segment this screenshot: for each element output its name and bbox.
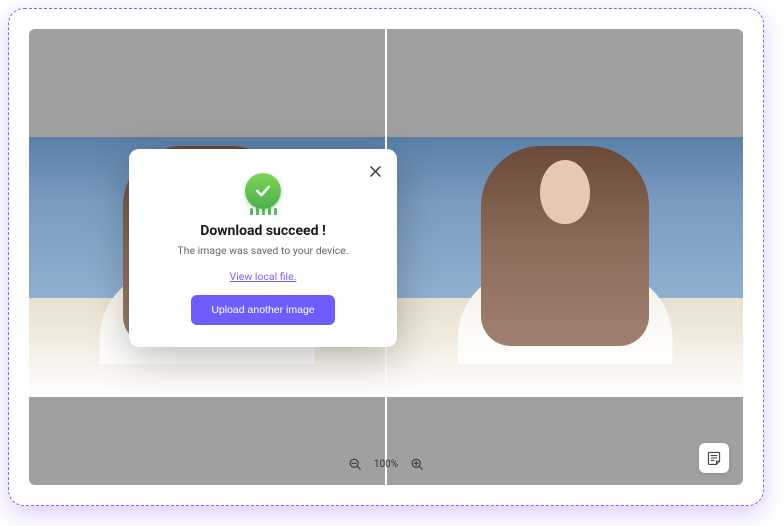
feedback-button[interactable] (699, 443, 729, 473)
download-success-modal: Download succeed ! The image was saved t… (129, 149, 397, 347)
note-icon (706, 450, 722, 466)
zoom-controls: 100% (346, 455, 426, 473)
zoom-out-button[interactable] (346, 455, 364, 473)
close-button[interactable] (365, 161, 385, 181)
checkmark-icon (253, 181, 273, 201)
upload-another-button[interactable]: Upload another image (191, 295, 334, 325)
zoom-in-button[interactable] (408, 455, 426, 473)
zoom-out-icon (348, 458, 361, 471)
success-badge (233, 167, 293, 215)
view-file-link[interactable]: View local file. (230, 270, 297, 283)
modal-title: Download succeed ! (149, 223, 377, 239)
zoom-level: 100% (374, 459, 398, 470)
modal-subtitle: The image was saved to your device. (149, 244, 377, 257)
app-frame: Download succeed ! The image was saved t… (8, 8, 764, 506)
right-image-pane (387, 29, 743, 485)
zoom-in-icon (411, 458, 424, 471)
comparison-workspace: Download succeed ! The image was saved t… (29, 29, 743, 485)
close-icon (370, 166, 381, 177)
